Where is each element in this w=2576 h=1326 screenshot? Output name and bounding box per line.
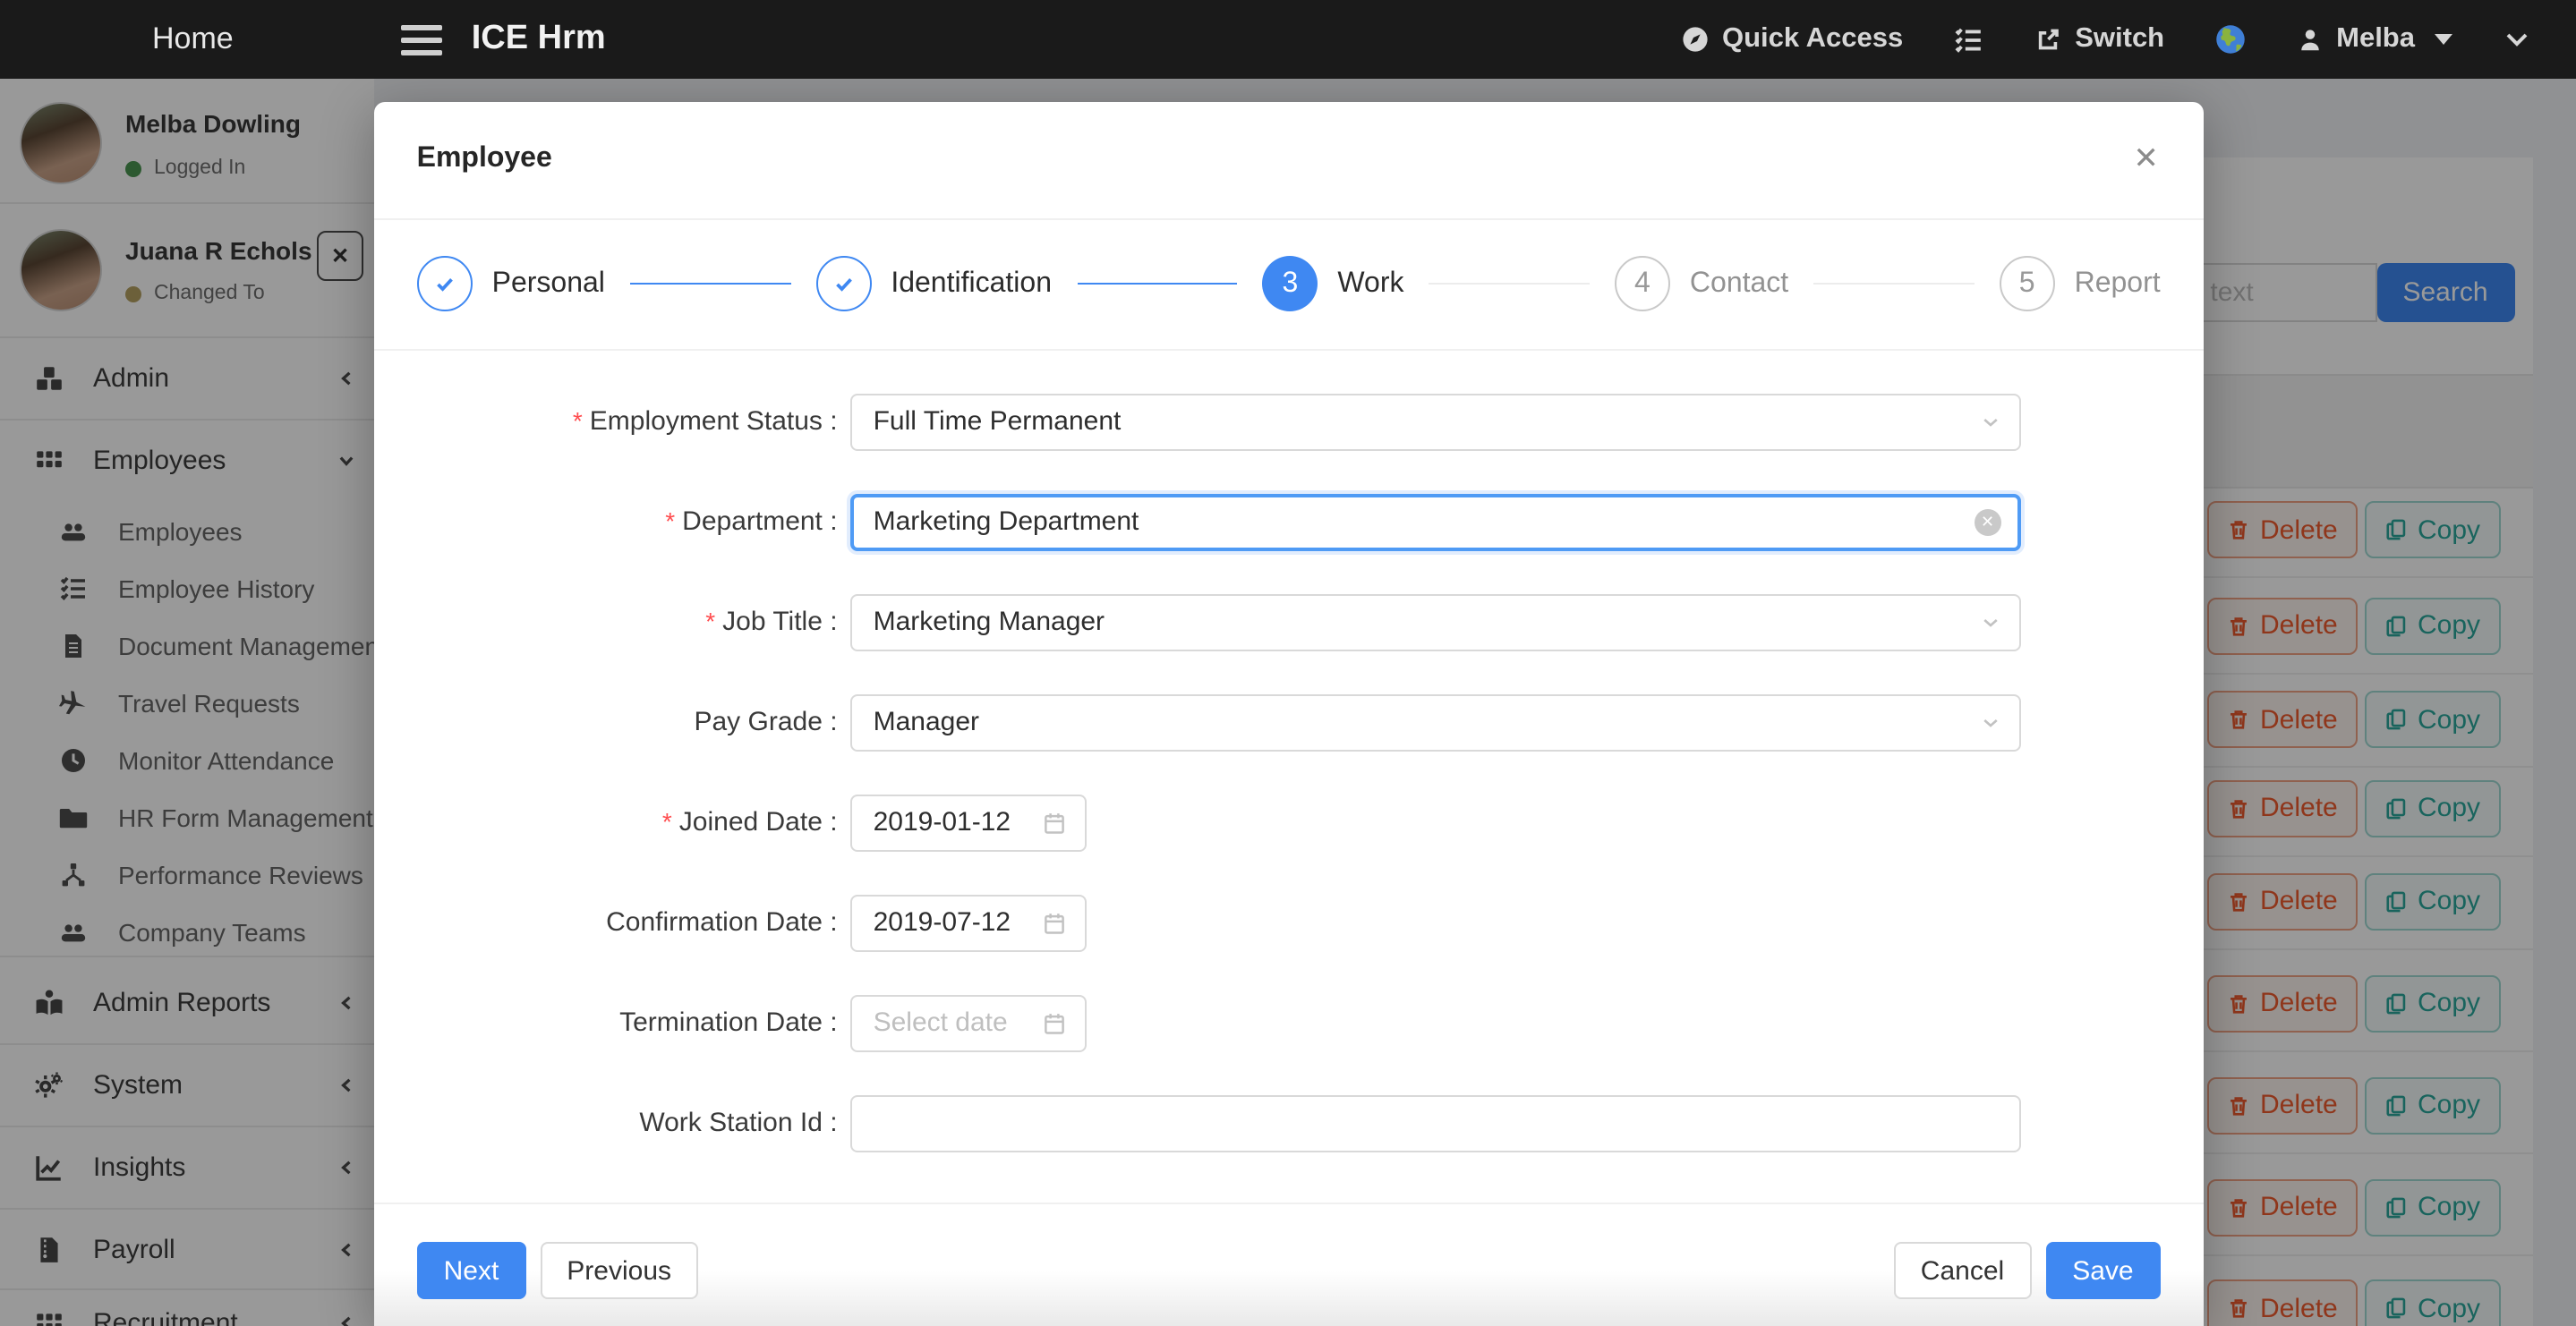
field-label: *Job Title [417,607,841,637]
clear-icon[interactable]: ✕ [1975,508,2001,535]
form-row: Work Station Id [374,1094,2204,1152]
tasks-button[interactable] [1953,24,1983,55]
modal-header: Employee ✕ [374,101,2204,219]
step-identification[interactable]: Identification [815,256,1052,311]
calendar-icon [1043,1010,1068,1035]
modal-body: *Employment Status Full Time Permanent *… [374,350,2204,1194]
chevron-down-icon [1980,611,2001,633]
step-connector [1429,283,1590,285]
calendar-icon [1043,910,1068,935]
field-label: Work Station Id [417,1108,841,1138]
hamburger-menu-icon[interactable] [402,24,443,55]
cancel-button[interactable]: Cancel [1894,1242,2031,1299]
switch-user-button[interactable]: Switch [2034,23,2164,55]
form-row: *Job Title Marketing Manager [374,593,2204,650]
nav-home-link[interactable]: Home [152,21,234,57]
field-label: Termination Date [417,1007,841,1038]
compass-icon [1681,25,1710,54]
field-label: Pay Grade [417,707,841,737]
modal-footer: Next Previous Cancel Save [374,1203,2204,1326]
user-menu[interactable]: Melba [2297,23,2452,55]
field-label: *Department [417,506,841,537]
chevron-down-icon [2503,25,2531,54]
form-row: *Joined Date 2019-01-12 [374,794,2204,851]
employee-modal: Employee ✕ Personal Identification 3 Wor… [374,101,2204,1326]
calendar-icon [1043,810,1068,835]
chevron-down-icon [1980,411,2001,432]
caret-down-icon [2435,34,2452,45]
steps-wizard: Personal Identification 3 Work 4 Contact… [374,219,2204,350]
language-globe-icon[interactable] [2214,23,2247,55]
step-connector [1813,283,1974,285]
close-icon[interactable]: ✕ [2121,134,2171,184]
save-button[interactable]: Save [2045,1242,2160,1299]
user-icon [2297,26,2324,53]
screen: Search by text Search Delete Copy [0,0,2576,1326]
pay-grade-select[interactable]: Manager [850,693,2021,751]
collapse-navbar-button[interactable] [2503,25,2531,54]
joined-date-input[interactable]: 2019-01-12 [850,794,1088,851]
form-row: *Department Marketing Department ✕ [374,493,2204,550]
app-brand: ICE Hrm [472,20,606,59]
check-icon [431,270,458,297]
chevron-down-icon [1980,711,2001,733]
modal-title: Employee [417,143,552,175]
step-connector [630,283,790,285]
form-row: Pay Grade Manager [374,693,2204,751]
checklist-icon [1953,24,1983,55]
step-contact[interactable]: 4 Contact [1615,256,1788,311]
department-select[interactable]: Marketing Department ✕ [850,493,2021,550]
step-report[interactable]: 5 Report [2000,256,2161,311]
next-button[interactable]: Next [417,1242,526,1299]
job-title-select[interactable]: Marketing Manager [850,593,2021,650]
previous-button[interactable]: Previous [540,1242,698,1299]
step-work[interactable]: 3 Work [1262,256,1403,311]
check-icon [830,270,857,297]
field-label: *Employment Status [417,406,841,437]
top-navbar: Home ICE Hrm Quick Access Switch Melba [0,0,2576,79]
confirmation-date-input[interactable]: 2019-07-12 [850,894,1088,951]
field-label: Confirmation Date [417,907,841,938]
step-connector [1077,283,1237,285]
work-station-id-input[interactable] [850,1094,2021,1152]
quick-access-button[interactable]: Quick Access [1681,23,1903,55]
switch-icon [2034,25,2062,54]
termination-date-input[interactable]: Select date [850,994,1088,1051]
form-row: *Employment Status Full Time Permanent [374,393,2204,450]
form-row: Termination Date Select date [374,994,2204,1051]
form-row: Confirmation Date 2019-07-12 [374,894,2204,951]
employment-status-select[interactable]: Full Time Permanent [850,393,2021,450]
field-label: *Joined Date [417,807,841,837]
step-personal[interactable]: Personal [417,256,605,311]
